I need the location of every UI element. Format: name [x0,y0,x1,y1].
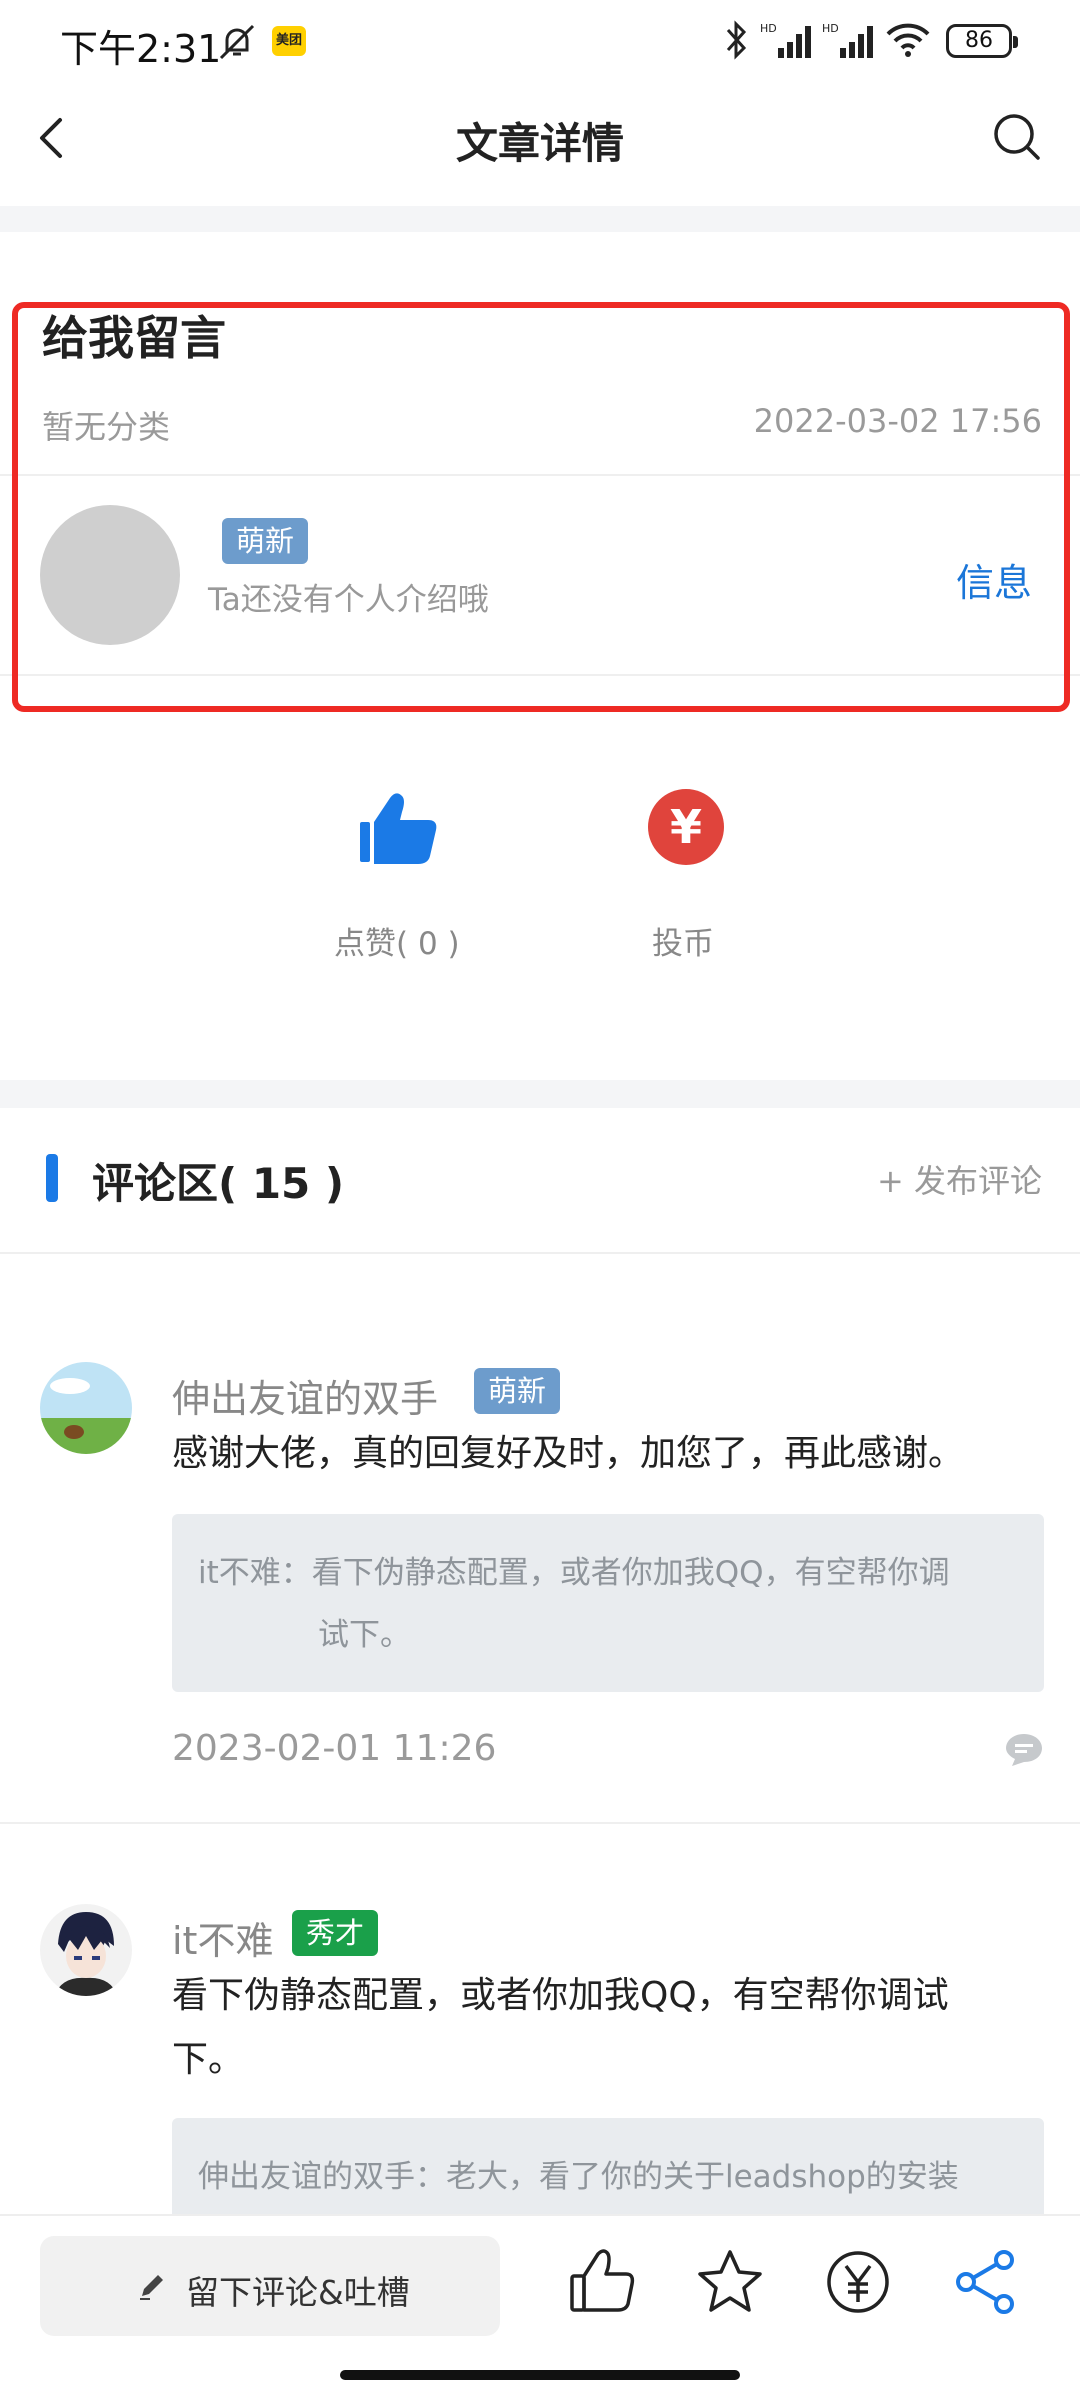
commenter-name[interactable]: 伸出友谊的双手 [172,1368,438,1423]
thumbs-up-icon[interactable] [566,2246,638,2318]
coin-icon[interactable]: ¥ [648,789,724,865]
divider [0,1822,1080,1824]
svg-text:HD: HD [760,22,777,35]
pencil-icon [140,2275,163,2300]
like-count-label: 点赞( 0 ) [334,926,460,962]
comment-text-line: 看下伪静态配置，或者你加我QQ，有空帮你调试 [172,1975,949,2016]
comment-text: 看下伪静态配置，或者你加我QQ，有空帮你调试 下。 [172,1964,949,2092]
wifi-icon [886,23,930,57]
reply-author: 伸出友谊的双手： [198,2159,446,2195]
commenter-name[interactable]: it不难 [172,1910,273,1965]
reply-author: it不难： [198,1555,312,1591]
home-indicator[interactable] [340,2370,740,2380]
signal-hd-icon: HD [760,22,811,58]
battery-indicator: 86 [946,24,1018,58]
reply-text: 试下。 [318,1617,411,1653]
divider [0,1252,1080,1254]
commenter-badge: 萌新 [474,1368,561,1414]
section-gap [0,1080,1080,1108]
status-bar: 下午2:31 美团 HD HD 86 [0,0,1080,80]
highlight-box [12,302,1070,712]
status-time: 下午2:31 [60,27,222,71]
reply-text: 老大，看了你的关于leadshop的安装 [446,2159,959,2195]
commenter-badge: 秀才 [292,1910,379,1956]
landscape-avatar-image [40,1362,132,1454]
search-icon[interactable] [988,108,1044,164]
like-thumb-icon[interactable] [356,788,440,868]
comment-text: 感谢大佬，真的回复好及时，加您了，再此感谢。 [172,1433,965,1474]
coin-label: 投币 [652,926,714,962]
signal-hd-icon: HD [822,22,873,58]
comments-title: 评论区( 15 ) [92,1159,345,1208]
publish-comment-button[interactable]: + 发布评论 [877,1156,1042,1202]
section-gap [0,206,1080,232]
star-icon[interactable] [694,2246,766,2318]
coin-yuan-icon[interactable] [822,2246,894,2318]
comment-text-line: 下。 [172,2039,245,2080]
comment-input-placeholder: 留下评论&吐槽 [186,2273,410,2312]
reply-chat-icon[interactable] [1004,1732,1044,1768]
bluetooth-icon [726,20,747,60]
comment-input[interactable]: 留下评论&吐槽 [40,2236,500,2336]
commenter-avatar[interactable] [40,1904,132,1996]
reply-box[interactable]: it不难：看下伪静态配置，或者你加我QQ，有空帮你调 试下。 [172,1514,1044,1692]
share-icon[interactable] [950,2246,1022,2318]
commenter-avatar[interactable] [40,1362,132,1454]
page-title: 文章详情 [455,119,624,168]
top-nav: 文章详情 [0,80,1080,206]
meituan-app-icon: 美团 [272,26,306,56]
section-accent-bar [46,1154,58,1202]
mute-bell-icon [219,24,255,60]
reply-text: 看下伪静态配置，或者你加我QQ，有空帮你调 [311,1555,950,1591]
comment-time: 2023-02-01 11:26 [172,1728,497,1769]
anime-avatar-image [40,1904,132,1996]
svg-text:HD: HD [822,22,839,35]
